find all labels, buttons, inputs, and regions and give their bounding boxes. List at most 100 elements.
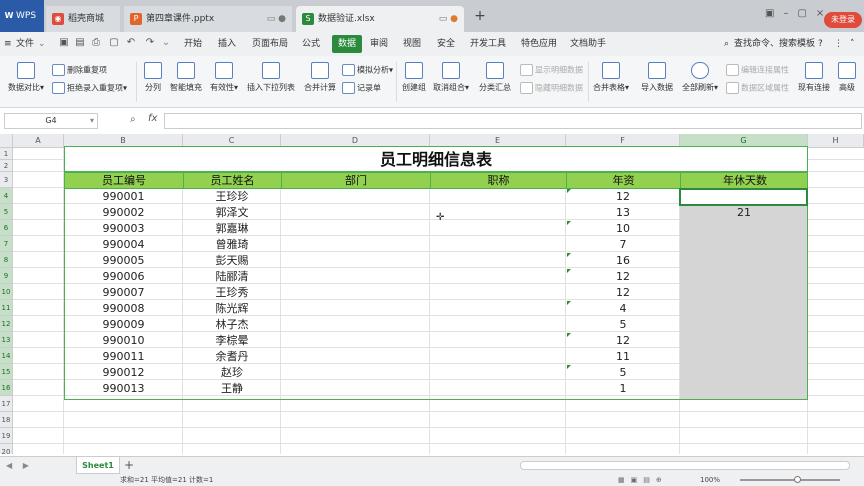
table-cell[interactable]: 曾雅琦 bbox=[183, 237, 281, 253]
remove-duplicates-button[interactable]: 删除重复项 bbox=[52, 64, 107, 76]
table-cell[interactable] bbox=[281, 317, 430, 333]
table-cell[interactable] bbox=[680, 349, 808, 365]
save-icon[interactable]: ▣ bbox=[58, 37, 70, 49]
menu-home[interactable]: 开始 bbox=[184, 32, 202, 56]
table-cell[interactable] bbox=[281, 301, 430, 317]
table-cell[interactable]: 1 bbox=[566, 381, 680, 397]
row-header-14[interactable]: 14 bbox=[0, 348, 13, 364]
table-cell[interactable] bbox=[281, 237, 430, 253]
table-cell[interactable] bbox=[281, 205, 430, 221]
header-cell-5[interactable]: 年资 bbox=[567, 173, 681, 188]
table-cell[interactable]: 21 bbox=[680, 205, 808, 221]
tab-wps-home[interactable]: W WPS bbox=[0, 0, 44, 32]
table-cell[interactable]: 990002 bbox=[64, 205, 183, 221]
merge-calc-button[interactable]: 合并计算 bbox=[302, 62, 338, 93]
print-icon[interactable]: ⎙ bbox=[90, 37, 102, 49]
header-cell-1[interactable]: 员工编号 bbox=[65, 173, 184, 188]
table-cell[interactable]: 王静 bbox=[183, 381, 281, 397]
table-cell[interactable]: 990009 bbox=[64, 317, 183, 333]
tab-xlsx-file[interactable]: S 数据验证.xlsx ▭ ● bbox=[296, 6, 464, 32]
sheet-tab-sheet1[interactable]: Sheet1 bbox=[76, 457, 120, 474]
menu-formulas[interactable]: 公式 bbox=[302, 32, 320, 56]
table-cell[interactable] bbox=[680, 237, 808, 253]
table-cell[interactable] bbox=[430, 365, 566, 381]
column-header-a[interactable]: A bbox=[13, 134, 64, 148]
table-cell[interactable]: 11 bbox=[566, 349, 680, 365]
column-header-h[interactable]: H bbox=[808, 134, 864, 148]
menu-insert[interactable]: 插入 bbox=[218, 32, 236, 56]
search-icon[interactable]: ⌕ bbox=[724, 32, 729, 56]
refresh-all-button[interactable]: 全部刷新▾ bbox=[680, 62, 720, 93]
table-cell[interactable]: 林子杰 bbox=[183, 317, 281, 333]
function-icon[interactable]: fx bbox=[148, 113, 157, 124]
menu-file[interactable]: 文件 bbox=[16, 32, 34, 56]
table-title[interactable]: 员工明细信息表 bbox=[64, 146, 808, 172]
insert-dropdown-button[interactable]: 插入下拉列表 bbox=[246, 62, 296, 93]
table-cell[interactable]: 王珍珍 bbox=[183, 189, 281, 205]
table-cell[interactable] bbox=[680, 301, 808, 317]
header-cell-2[interactable]: 员工姓名 bbox=[184, 173, 282, 188]
table-cell[interactable]: 990001 bbox=[64, 189, 183, 205]
table-cell[interactable]: 5 bbox=[566, 317, 680, 333]
undo-icon[interactable]: ↶ bbox=[125, 37, 137, 49]
table-cell[interactable] bbox=[430, 221, 566, 237]
advanced-button[interactable]: 高级 bbox=[834, 62, 860, 93]
row-header-5[interactable]: 5 bbox=[0, 204, 13, 220]
table-cell[interactable]: 990012 bbox=[64, 365, 183, 381]
row-header-17[interactable]: 17 bbox=[0, 396, 13, 412]
zoom-level[interactable]: 100% bbox=[700, 474, 720, 486]
tab-docer-store[interactable]: ◉ 稻壳商城 bbox=[46, 6, 120, 32]
hide-detail-button[interactable]: 隐藏明细数据 bbox=[520, 82, 583, 94]
table-cell[interactable] bbox=[680, 333, 808, 349]
table-cell[interactable] bbox=[430, 301, 566, 317]
table-cell[interactable] bbox=[430, 285, 566, 301]
table-cell[interactable] bbox=[680, 285, 808, 301]
view-mode-icons[interactable]: ▦▣▤⊕ bbox=[618, 474, 668, 486]
table-cell[interactable] bbox=[281, 269, 430, 285]
table-cell[interactable]: 990003 bbox=[64, 221, 183, 237]
row-header-1[interactable]: 1 bbox=[0, 148, 13, 160]
table-cell[interactable]: 990004 bbox=[64, 237, 183, 253]
row-header-13[interactable]: 13 bbox=[0, 332, 13, 348]
row-header-8[interactable]: 8 bbox=[0, 252, 13, 268]
row-header-20[interactable]: 20 bbox=[0, 444, 13, 454]
validity-button[interactable]: 有效性▾ bbox=[206, 62, 242, 93]
table-cell[interactable] bbox=[430, 269, 566, 285]
table-cell[interactable] bbox=[281, 349, 430, 365]
zoom-slider-knob[interactable] bbox=[794, 476, 801, 483]
table-cell[interactable]: 12 bbox=[566, 189, 680, 205]
new-tab-button[interactable]: + bbox=[472, 8, 488, 24]
table-cell[interactable]: 990007 bbox=[64, 285, 183, 301]
collapse-ribbon-icon[interactable]: ˄ bbox=[850, 32, 855, 56]
split-column-button[interactable]: 分列 bbox=[140, 62, 166, 93]
tab-window-icons[interactable]: ▭ ● bbox=[439, 6, 458, 32]
table-cell[interactable] bbox=[430, 349, 566, 365]
print-preview-icon[interactable]: ▢ bbox=[108, 37, 120, 49]
menu-security[interactable]: 安全 bbox=[437, 32, 455, 56]
table-cell[interactable]: 990010 bbox=[64, 333, 183, 349]
table-cell[interactable]: 郭泽文 bbox=[183, 205, 281, 221]
table-cell[interactable]: 990006 bbox=[64, 269, 183, 285]
row-header-18[interactable]: 18 bbox=[0, 412, 13, 428]
more-icon[interactable]: ⋮ bbox=[834, 32, 843, 56]
export-pdf-icon[interactable]: ▤ bbox=[74, 37, 86, 49]
table-cell[interactable]: 990013 bbox=[64, 381, 183, 397]
reject-duplicates-button[interactable]: 拒绝录入重复项▾ bbox=[52, 82, 127, 94]
menu-review[interactable]: 审阅 bbox=[370, 32, 388, 56]
menu-view[interactable]: 视图 bbox=[403, 32, 421, 56]
table-cell[interactable]: 陈光辉 bbox=[183, 301, 281, 317]
chevron-down-icon[interactable]: ⌄ bbox=[38, 32, 46, 56]
zoom-slider[interactable] bbox=[740, 479, 840, 481]
row-header-7[interactable]: 7 bbox=[0, 236, 13, 252]
menu-special[interactable]: 特色应用 bbox=[521, 32, 557, 56]
table-cell[interactable] bbox=[430, 317, 566, 333]
tab-window-icons[interactable]: ▭ ● bbox=[267, 6, 286, 32]
row-header-12[interactable]: 12 bbox=[0, 316, 13, 332]
table-cell[interactable]: 郭嘉琳 bbox=[183, 221, 281, 237]
active-cell-selection[interactable] bbox=[679, 188, 808, 206]
help-icon[interactable]: ? bbox=[818, 32, 823, 56]
header-cell-6[interactable]: 年休天数 bbox=[681, 173, 809, 188]
menu-page-layout[interactable]: 页面布局 bbox=[252, 32, 288, 56]
horizontal-scrollbar[interactable] bbox=[520, 461, 850, 470]
table-cell[interactable] bbox=[430, 333, 566, 349]
